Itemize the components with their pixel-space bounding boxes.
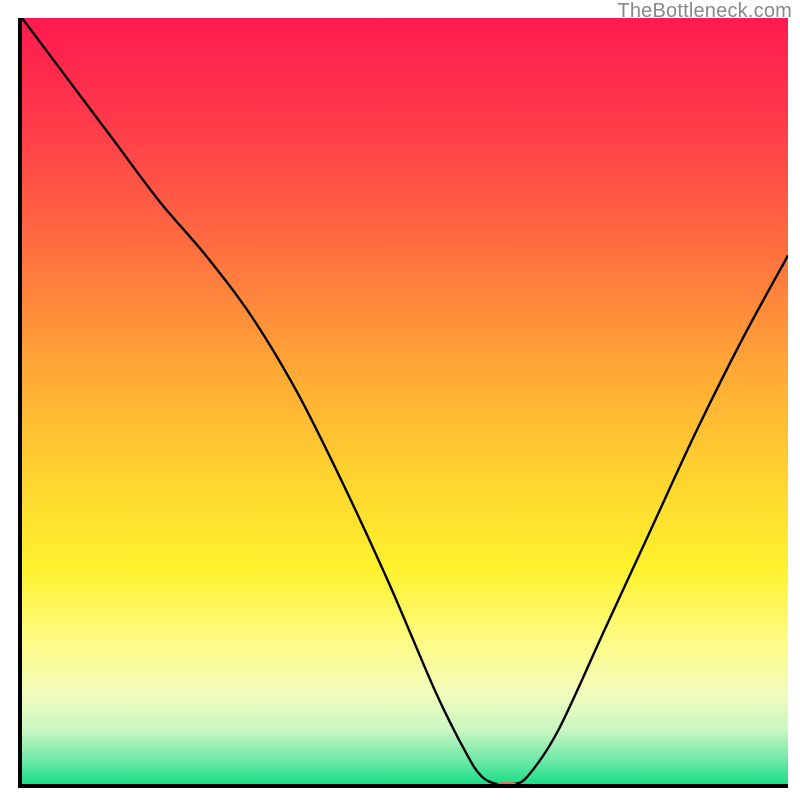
plot-area — [18, 18, 788, 788]
bottleneck-chart: TheBottleneck.com — [0, 0, 800, 800]
optimum-marker — [496, 782, 518, 788]
gradient-background — [22, 18, 788, 784]
